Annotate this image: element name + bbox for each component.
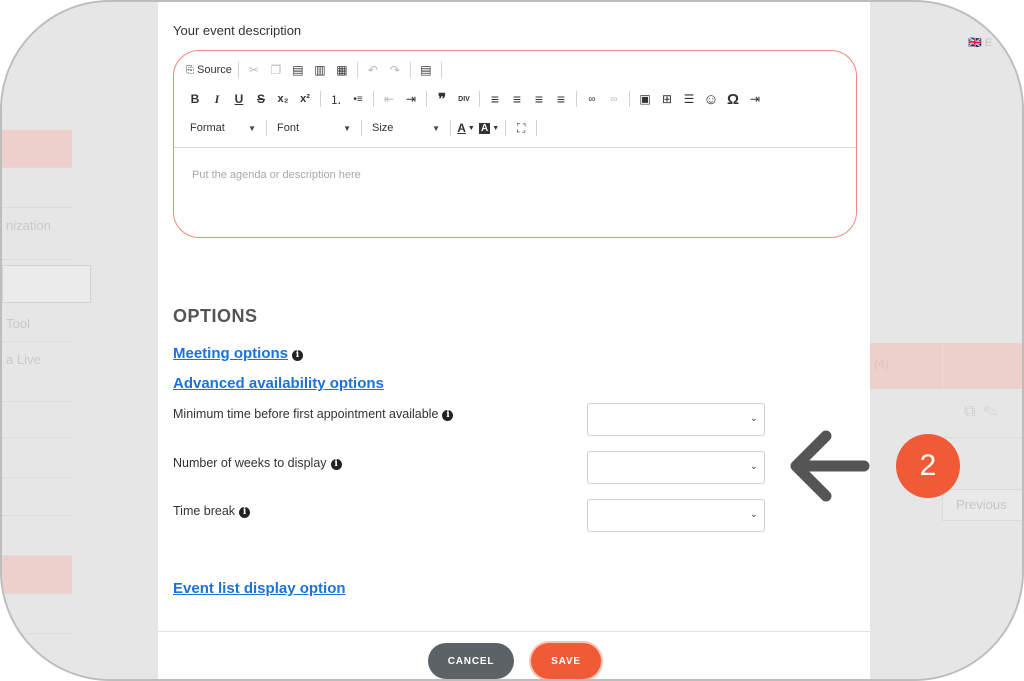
paste-icon[interactable]: ▤ <box>287 59 309 81</box>
step-badge: 2 <box>896 434 960 498</box>
caret-down-icon: ▼ <box>432 123 440 133</box>
info-icon[interactable]: i <box>292 350 303 361</box>
info-icon[interactable]: i <box>442 410 454 421</box>
screen-frame: nization Tool a Live 🇬🇧 E (4) ⧉✎ Previou… <box>0 0 1024 681</box>
source-icon: ⎘ <box>186 64 194 76</box>
strikethrough-icon[interactable]: S <box>250 88 272 110</box>
copy-icon[interactable]: ❐ <box>265 59 287 81</box>
editor-toolbar-row-2: B I U S x₂ x² ⒈ •≡ ⇤ ⇥ ❞ DIV ≡ ≡ ≡ ≡ ∞ ∞… <box>184 88 766 110</box>
background-item: Tool <box>2 310 72 342</box>
increase-indent-icon[interactable]: ⇥ <box>400 88 422 110</box>
background-table-header <box>870 343 1022 389</box>
weeks-to-display-select[interactable]: ⌄ <box>587 451 765 484</box>
background-active-item <box>2 130 72 168</box>
min-time-label: Minimum time before first appointment av… <box>173 407 454 421</box>
subscript-icon[interactable]: x₂ <box>272 88 294 110</box>
info-icon[interactable]: i <box>239 507 251 518</box>
paste-word-icon[interactable]: ▦ <box>331 59 353 81</box>
background-content: 🇬🇧 E (4) ⧉✎ Previous <box>870 2 1022 679</box>
link-icon[interactable]: ∞ <box>581 88 603 110</box>
weeks-to-display-label: Number of weeks to display i <box>173 456 342 470</box>
time-break-label: Time break i <box>173 504 251 518</box>
size-dropdown[interactable]: Size ▼ <box>366 118 446 138</box>
event-modal: Your event description ⎘ Source ✂ ❐ ▤ ▥ ▦… <box>158 2 870 679</box>
numbered-list-icon[interactable]: ⒈ <box>325 88 347 110</box>
save-button[interactable]: SAVE <box>531 643 601 679</box>
undo-icon[interactable]: ↶ <box>362 59 384 81</box>
superscript-icon[interactable]: x² <box>294 88 316 110</box>
text-color-icon: A <box>457 121 466 135</box>
caret-down-icon: ▼ <box>248 123 256 133</box>
underline-icon[interactable]: U <box>228 88 250 110</box>
cancel-button[interactable]: CANCEL <box>428 643 514 679</box>
background-color-icon: A <box>479 122 491 134</box>
maximize-icon[interactable]: ⛶ <box>510 117 532 139</box>
blockquote-icon[interactable]: ❞ <box>431 88 453 110</box>
background-header-count: (4) <box>874 357 889 371</box>
chevron-down-icon: ⌄ <box>749 461 758 472</box>
bold-icon[interactable]: B <box>184 88 206 110</box>
italic-icon[interactable]: I <box>206 88 228 110</box>
align-right-icon[interactable]: ≡ <box>528 88 550 110</box>
background-input <box>2 265 91 303</box>
source-button[interactable]: ⎘ Source <box>184 59 234 81</box>
bulleted-list-icon[interactable]: •≡ <box>347 88 369 110</box>
redo-icon[interactable]: ↷ <box>384 59 406 81</box>
format-dropdown[interactable]: Format ▼ <box>184 118 262 138</box>
justify-icon[interactable]: ≡ <box>550 88 572 110</box>
time-break-select[interactable]: ⌄ <box>587 499 765 532</box>
text-color-button[interactable]: A ▼ <box>455 117 477 139</box>
page-break-icon[interactable]: ⇥ <box>744 88 766 110</box>
background-sidebar: nization Tool a Live <box>2 2 158 679</box>
background-color-button[interactable]: A ▼ <box>477 117 501 139</box>
editor-toolbar-row-1: ⎘ Source ✂ ❐ ▤ ▥ ▦ ↶ ↷ ▤ <box>184 59 446 81</box>
language-selector: 🇬🇧 E <box>968 37 993 49</box>
description-label: Your event description <box>173 23 302 38</box>
smiley-icon[interactable]: ☺ <box>700 88 722 110</box>
advanced-availability-link[interactable]: Advanced availability options <box>173 375 384 392</box>
image-icon[interactable]: ▣ <box>634 88 656 110</box>
rich-text-editor: ⎘ Source ✂ ❐ ▤ ▥ ▦ ↶ ↷ ▤ B I U S x₂ x² ⒈… <box>173 50 857 238</box>
templates-icon[interactable]: ▤ <box>415 59 437 81</box>
chevron-down-icon: ⌄ <box>749 509 758 520</box>
info-icon[interactable]: i <box>330 459 342 470</box>
create-div-icon[interactable]: DIV <box>453 88 475 110</box>
background-active-item <box>2 556 72 594</box>
align-center-icon[interactable]: ≡ <box>506 88 528 110</box>
special-char-icon[interactable]: Ω <box>722 88 744 110</box>
decrease-indent-icon[interactable]: ⇤ <box>378 88 400 110</box>
meeting-options-link[interactable]: Meeting options i <box>173 345 303 362</box>
event-list-display-link[interactable]: Event list display option <box>173 580 346 597</box>
unlink-icon[interactable]: ∞ <box>603 88 625 110</box>
align-left-icon[interactable]: ≡ <box>484 88 506 110</box>
caret-down-icon: ▼ <box>343 123 351 133</box>
font-dropdown[interactable]: Font ▼ <box>271 118 357 138</box>
options-heading: OPTIONS <box>173 306 258 326</box>
paste-text-icon[interactable]: ▥ <box>309 59 331 81</box>
background-previous-button: Previous <box>942 489 1022 521</box>
background-item: nization <box>2 208 72 260</box>
background-item: a Live <box>2 342 72 402</box>
arrow-left-icon <box>790 430 870 502</box>
cut-icon[interactable]: ✂ <box>243 59 265 81</box>
editor-content-area[interactable]: Put the agenda or description here <box>192 169 361 181</box>
background-row-actions: ⧉✎ <box>964 403 1007 420</box>
horizontal-line-icon[interactable]: ☰ <box>678 88 700 110</box>
editor-toolbar-row-3: Format ▼ Font ▼ Size ▼ A ▼ A ▼ ⛶ <box>184 117 541 139</box>
chevron-down-icon: ⌄ <box>749 413 758 424</box>
min-time-select[interactable]: ⌄ <box>587 403 765 436</box>
table-icon[interactable]: ⊞ <box>656 88 678 110</box>
